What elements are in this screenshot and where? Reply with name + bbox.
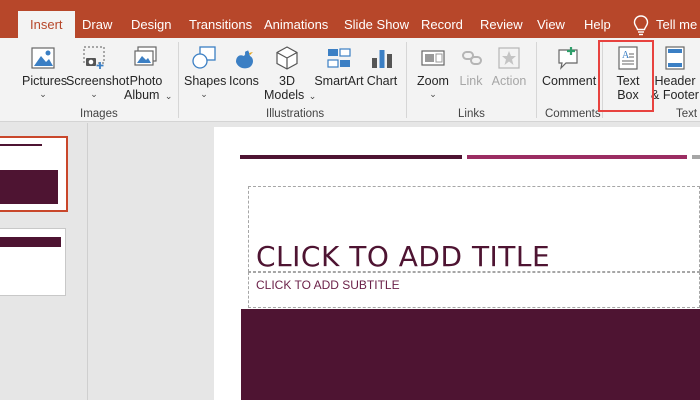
slide-thumbnail-1[interactable] <box>0 136 68 212</box>
cube-icon <box>276 46 298 70</box>
group-divider <box>406 42 407 118</box>
slide-accent-line-gray <box>692 155 700 159</box>
smartart-button[interactable]: SmartArt <box>314 44 364 88</box>
screenshot-label: Screenshot <box>66 74 130 88</box>
tab-slide-show[interactable]: Slide Show <box>344 11 409 38</box>
chevron-down-icon: ⌄ <box>90 89 98 99</box>
comment-label: Comment <box>542 74 597 88</box>
photo-album-label-2: Album <box>124 88 160 102</box>
slide-accent-line-dark <box>240 155 462 159</box>
shapes-button[interactable]: Shapes ⌄ <box>184 44 227 99</box>
link-icon <box>462 51 482 65</box>
tab-insert[interactable]: Insert <box>18 11 75 38</box>
header-footer-icon <box>665 46 685 70</box>
chevron-down-icon: ⌄ <box>200 89 208 99</box>
shapes-icon <box>192 46 216 69</box>
thumbnail-accent-line <box>0 144 42 146</box>
smartart-label: SmartArt <box>314 74 364 88</box>
icons-label: Icons <box>229 74 259 88</box>
thumbnail-band <box>0 170 58 204</box>
3d-models-label-2: Models <box>264 88 305 102</box>
lightbulb-icon[interactable] <box>632 14 650 36</box>
insert-ribbon: Pictures ⌄ Screenshot ⌄ Photo Album ⌄ Im… <box>0 38 700 122</box>
pictures-button[interactable]: Pictures ⌄ <box>22 44 68 99</box>
link-button[interactable]: Link <box>458 44 484 88</box>
slide-color-band <box>241 309 700 400</box>
zoom-button[interactable]: Zoom ⌄ <box>414 44 452 99</box>
comment-icon <box>558 47 578 70</box>
tab-help[interactable]: Help <box>584 11 611 38</box>
tab-record[interactable]: Record <box>421 11 463 38</box>
tab-transitions[interactable]: Transitions <box>189 11 252 38</box>
header-footer-label-2: & Footer <box>651 88 699 102</box>
thumbnail-band <box>0 237 61 247</box>
chevron-down-icon: ⌄ <box>39 89 47 99</box>
screenshot-icon <box>83 46 105 69</box>
action-label: Action <box>491 74 527 88</box>
chevron-down-icon: ⌄ <box>429 89 437 99</box>
slide-thumbnail-2[interactable] <box>0 228 66 296</box>
group-label-images: Images <box>80 108 118 120</box>
header-footer-label-1: Header <box>654 74 696 88</box>
slide-title-prompt[interactable]: CLICK TO ADD TITLE <box>256 240 550 273</box>
slide-subtitle-prompt[interactable]: CLICK TO ADD SUBTITLE <box>256 278 400 292</box>
icons-button[interactable]: Icons <box>228 44 260 88</box>
shapes-label: Shapes <box>184 74 227 88</box>
smartart-icon <box>327 48 351 68</box>
chart-label: Chart <box>366 74 398 88</box>
tab-draw[interactable]: Draw <box>82 11 112 38</box>
zoom-icon <box>421 50 445 66</box>
photo-album-button[interactable]: Photo Album ⌄ <box>124 44 172 102</box>
slide-accent-line-mid <box>467 155 687 159</box>
3d-models-label-1: 3D <box>279 74 295 88</box>
text-box-highlight <box>598 40 654 112</box>
header-footer-button[interactable]: Header & Footer <box>650 44 700 102</box>
group-label-illustrations: Illustrations <box>266 108 325 120</box>
tab-review[interactable]: Review <box>480 11 523 38</box>
tell-me-search[interactable]: Tell me <box>656 11 697 38</box>
photo-album-label-1: Photo <box>129 74 163 88</box>
chevron-down-icon: ⌄ <box>308 91 317 101</box>
chevron-down-icon: ⌄ <box>164 91 173 101</box>
group-label-links: Links <box>458 108 485 120</box>
tab-view[interactable]: View <box>537 11 565 38</box>
link-label: Link <box>459 74 483 88</box>
action-button[interactable]: Action <box>490 44 528 88</box>
pictures-icon <box>31 47 55 69</box>
chart-icon <box>372 50 392 68</box>
icons-icon <box>236 50 253 69</box>
tab-design[interactable]: Design <box>131 11 171 38</box>
group-label-text: Text <box>676 108 698 120</box>
comment-button[interactable]: Comment <box>542 44 596 88</box>
3d-models-button[interactable]: 3D Models ⌄ <box>264 44 316 102</box>
chart-button[interactable]: Chart <box>366 44 398 88</box>
group-label-comments: Comments <box>545 108 601 120</box>
screenshot-button[interactable]: Screenshot ⌄ <box>66 44 129 99</box>
pictures-label: Pictures <box>22 74 68 88</box>
photo-album-icon <box>134 46 157 66</box>
tab-animations[interactable]: Animations <box>264 11 328 38</box>
action-icon <box>498 47 520 69</box>
zoom-label: Zoom <box>417 74 449 88</box>
group-divider <box>536 42 537 118</box>
ribbon-tab-bar: Insert Draw Design Transitions Animation… <box>0 0 700 38</box>
group-divider <box>178 42 179 118</box>
